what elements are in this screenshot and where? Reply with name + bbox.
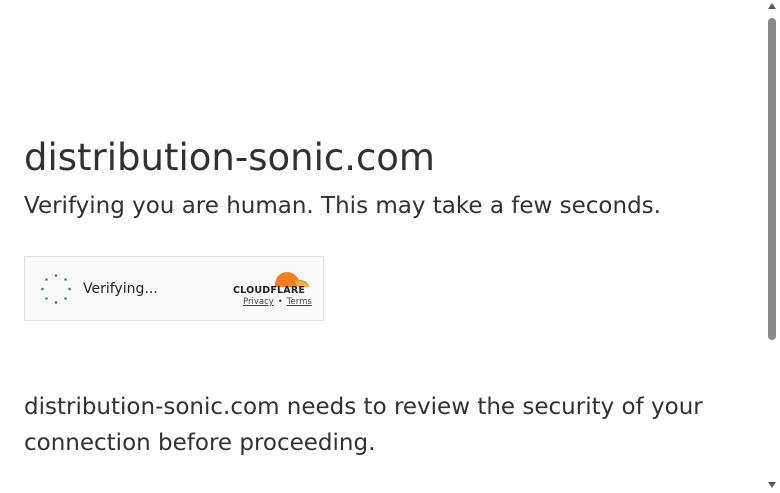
widget-footer-links: Privacy • Terms [243,297,312,307]
challenge-page: distribution-sonic.com Verifying you are… [0,0,780,493]
scrollbar-thumb[interactable] [768,18,776,340]
security-review-message: distribution-sonic.com needs to review t… [24,394,703,456]
turnstile-widget[interactable]: Verifying... CLOUDFLARE Privacy • Terms [24,256,324,321]
privacy-link[interactable]: Privacy [243,297,274,307]
widget-status-label: Verifying... [83,281,158,297]
terms-link[interactable]: Terms [287,297,312,307]
scroll-up-arrow-icon[interactable] [768,3,776,9]
page-title: distribution-sonic.com [24,136,435,179]
scroll-down-arrow-icon[interactable] [768,482,776,488]
vertical-scrollbar[interactable] [765,0,780,493]
cloudflare-wordmark: CLOUDFLARE [233,285,306,296]
link-separator: • [277,297,283,307]
verification-message: Verifying you are human. This may take a… [24,193,661,219]
loading-spinner-icon [41,274,71,304]
